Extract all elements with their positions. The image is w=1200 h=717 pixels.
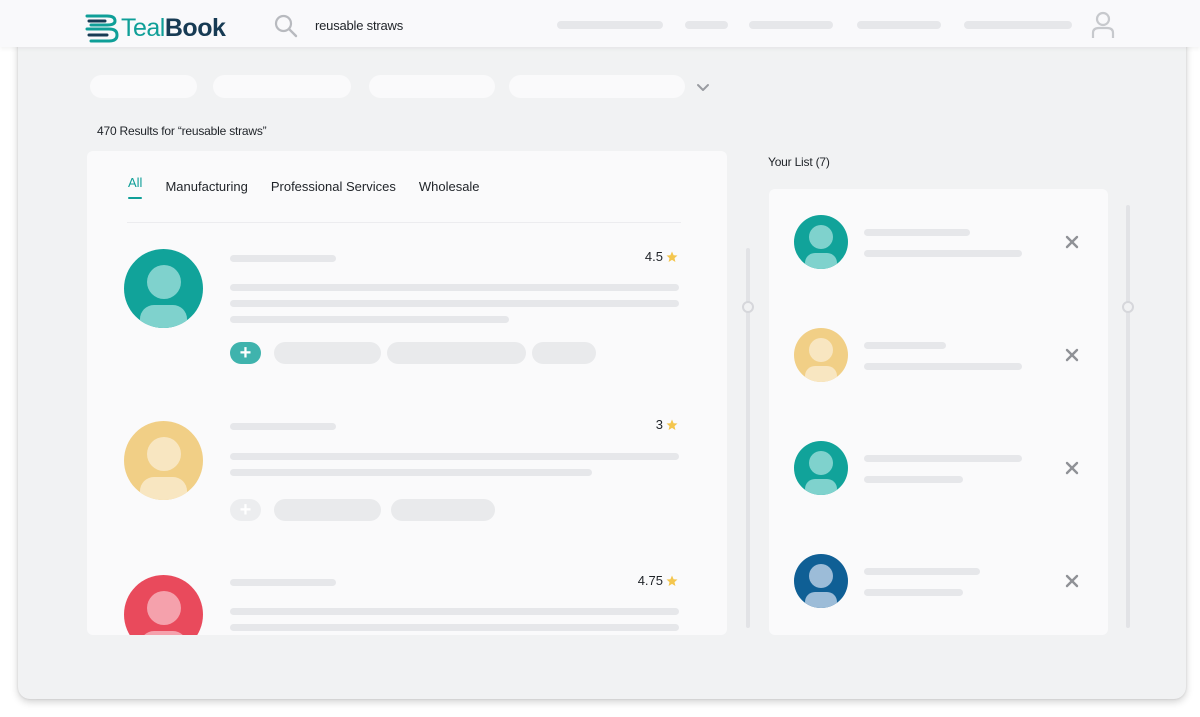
list-item-avatar: [794, 215, 848, 269]
supplier-name-placeholder: [230, 579, 336, 586]
supplier-avatar: [124, 421, 203, 500]
supplier-description-placeholder: [230, 608, 679, 615]
supplier-rating: 4.5: [645, 249, 678, 264]
brand-part-teal: Teal: [121, 13, 165, 42]
list-item[interactable]: [769, 328, 1108, 388]
list-item[interactable]: [769, 215, 1108, 275]
avatar-head: [809, 564, 833, 588]
nav-link-placeholder[interactable]: [557, 21, 663, 29]
supplier-tag: [274, 342, 381, 364]
category-tabs: All Manufacturing Professional Services …: [128, 175, 503, 203]
supplier-description-placeholder: [230, 300, 679, 307]
avatar-body: [805, 479, 837, 495]
avatar-body: [805, 253, 837, 269]
nav-link-placeholder[interactable]: [749, 21, 833, 29]
star-icon: [666, 419, 678, 430]
list-item-detail-placeholder: [864, 250, 1022, 257]
tealbook-logo-icon: [85, 14, 119, 43]
close-icon[interactable]: [1064, 573, 1080, 589]
results-count: 470 Results for “reusable straws”: [97, 124, 267, 138]
brand-part-book: Book: [164, 13, 226, 42]
nav-link-placeholder[interactable]: [964, 21, 1072, 29]
avatar-head: [809, 451, 833, 475]
nav-link-placeholder[interactable]: [857, 21, 941, 29]
filter-pill[interactable]: [213, 75, 351, 98]
avatar-head: [147, 437, 181, 471]
supplier-tag: [387, 342, 526, 364]
supplier-description-placeholder: [230, 453, 679, 460]
supplier-row[interactable]: 4.75: [87, 573, 727, 635]
your-list-title: Your List (7): [768, 155, 830, 169]
supplier-tag: [532, 342, 596, 364]
supplier-row[interactable]: 3 +: [87, 417, 727, 547]
supplier-avatar: [124, 575, 203, 635]
list-scrollbar[interactable]: [1126, 205, 1130, 628]
list-item-avatar: [794, 328, 848, 382]
tab-wholesale[interactable]: Wholesale: [419, 179, 480, 203]
tab-professional-services[interactable]: Professional Services: [271, 179, 396, 203]
filter-pill[interactable]: [369, 75, 495, 98]
search-icon[interactable]: [273, 13, 299, 39]
avatar-body: [140, 477, 187, 500]
avatar-head: [147, 265, 181, 299]
your-list-panel: [769, 189, 1108, 635]
star-icon: [666, 251, 678, 262]
rating-value: 4.75: [637, 573, 663, 588]
supplier-description-placeholder: [230, 284, 679, 291]
tabs-divider: [127, 222, 681, 223]
list-item-name-placeholder: [864, 229, 970, 236]
supplier-description-placeholder: [230, 316, 509, 323]
results-panel: All Manufacturing Professional Services …: [87, 151, 727, 635]
brand-wordmark: TealBook: [121, 13, 226, 43]
rating-value: 4.5: [644, 249, 663, 264]
supplier-description-placeholder: [230, 469, 592, 476]
supplier-avatar: [124, 249, 203, 328]
nav-link-placeholder[interactable]: [685, 21, 728, 29]
list-item-avatar: [794, 554, 848, 608]
list-item[interactable]: [769, 554, 1108, 614]
list-scrollbar-thumb[interactable]: [1122, 301, 1134, 313]
avatar-head: [809, 225, 833, 249]
supplier-description-placeholder: [230, 624, 679, 631]
supplier-name-placeholder: [230, 423, 336, 430]
filter-pill[interactable]: [90, 75, 197, 98]
supplier-tag: [391, 499, 495, 521]
list-item-detail-placeholder: [864, 363, 1022, 370]
list-item[interactable]: [769, 441, 1108, 501]
list-item-name-placeholder: [864, 568, 980, 575]
close-icon[interactable]: [1064, 460, 1080, 476]
avatar-body: [805, 366, 837, 382]
close-icon[interactable]: [1064, 347, 1080, 363]
list-item-avatar: [794, 441, 848, 495]
close-icon[interactable]: [1064, 234, 1080, 250]
avatar-head: [147, 591, 181, 625]
avatar-head: [809, 338, 833, 362]
list-item-name-placeholder: [864, 342, 946, 349]
add-to-list-button[interactable]: +: [230, 342, 261, 364]
chevron-down-icon[interactable]: [694, 78, 712, 96]
results-scrollbar-thumb[interactable]: [742, 301, 754, 313]
search-input[interactable]: reusable straws: [315, 18, 403, 33]
list-item-detail-placeholder: [864, 476, 963, 483]
supplier-name-placeholder: [230, 255, 336, 262]
top-navigation-bar: TealBook reusable straws: [0, 0, 1200, 47]
rating-value: 3: [655, 417, 663, 432]
tab-manufacturing[interactable]: Manufacturing: [165, 179, 247, 203]
add-to-list-button[interactable]: +: [230, 499, 261, 521]
supplier-rating: 4.75: [638, 573, 678, 588]
avatar-body: [140, 631, 187, 635]
avatar-body: [805, 592, 837, 608]
user-icon[interactable]: [1091, 11, 1115, 39]
list-item-name-placeholder: [864, 455, 1022, 462]
filter-pill[interactable]: [509, 75, 685, 98]
list-item-detail-placeholder: [864, 589, 963, 596]
star-icon: [666, 575, 678, 586]
supplier-rating: 3: [656, 417, 678, 432]
avatar-body: [140, 305, 187, 328]
tealbook-logo[interactable]: TealBook: [85, 12, 226, 44]
supplier-tag: [274, 499, 381, 521]
tab-all[interactable]: All: [128, 175, 143, 199]
supplier-row[interactable]: 4.5 +: [87, 249, 727, 379]
